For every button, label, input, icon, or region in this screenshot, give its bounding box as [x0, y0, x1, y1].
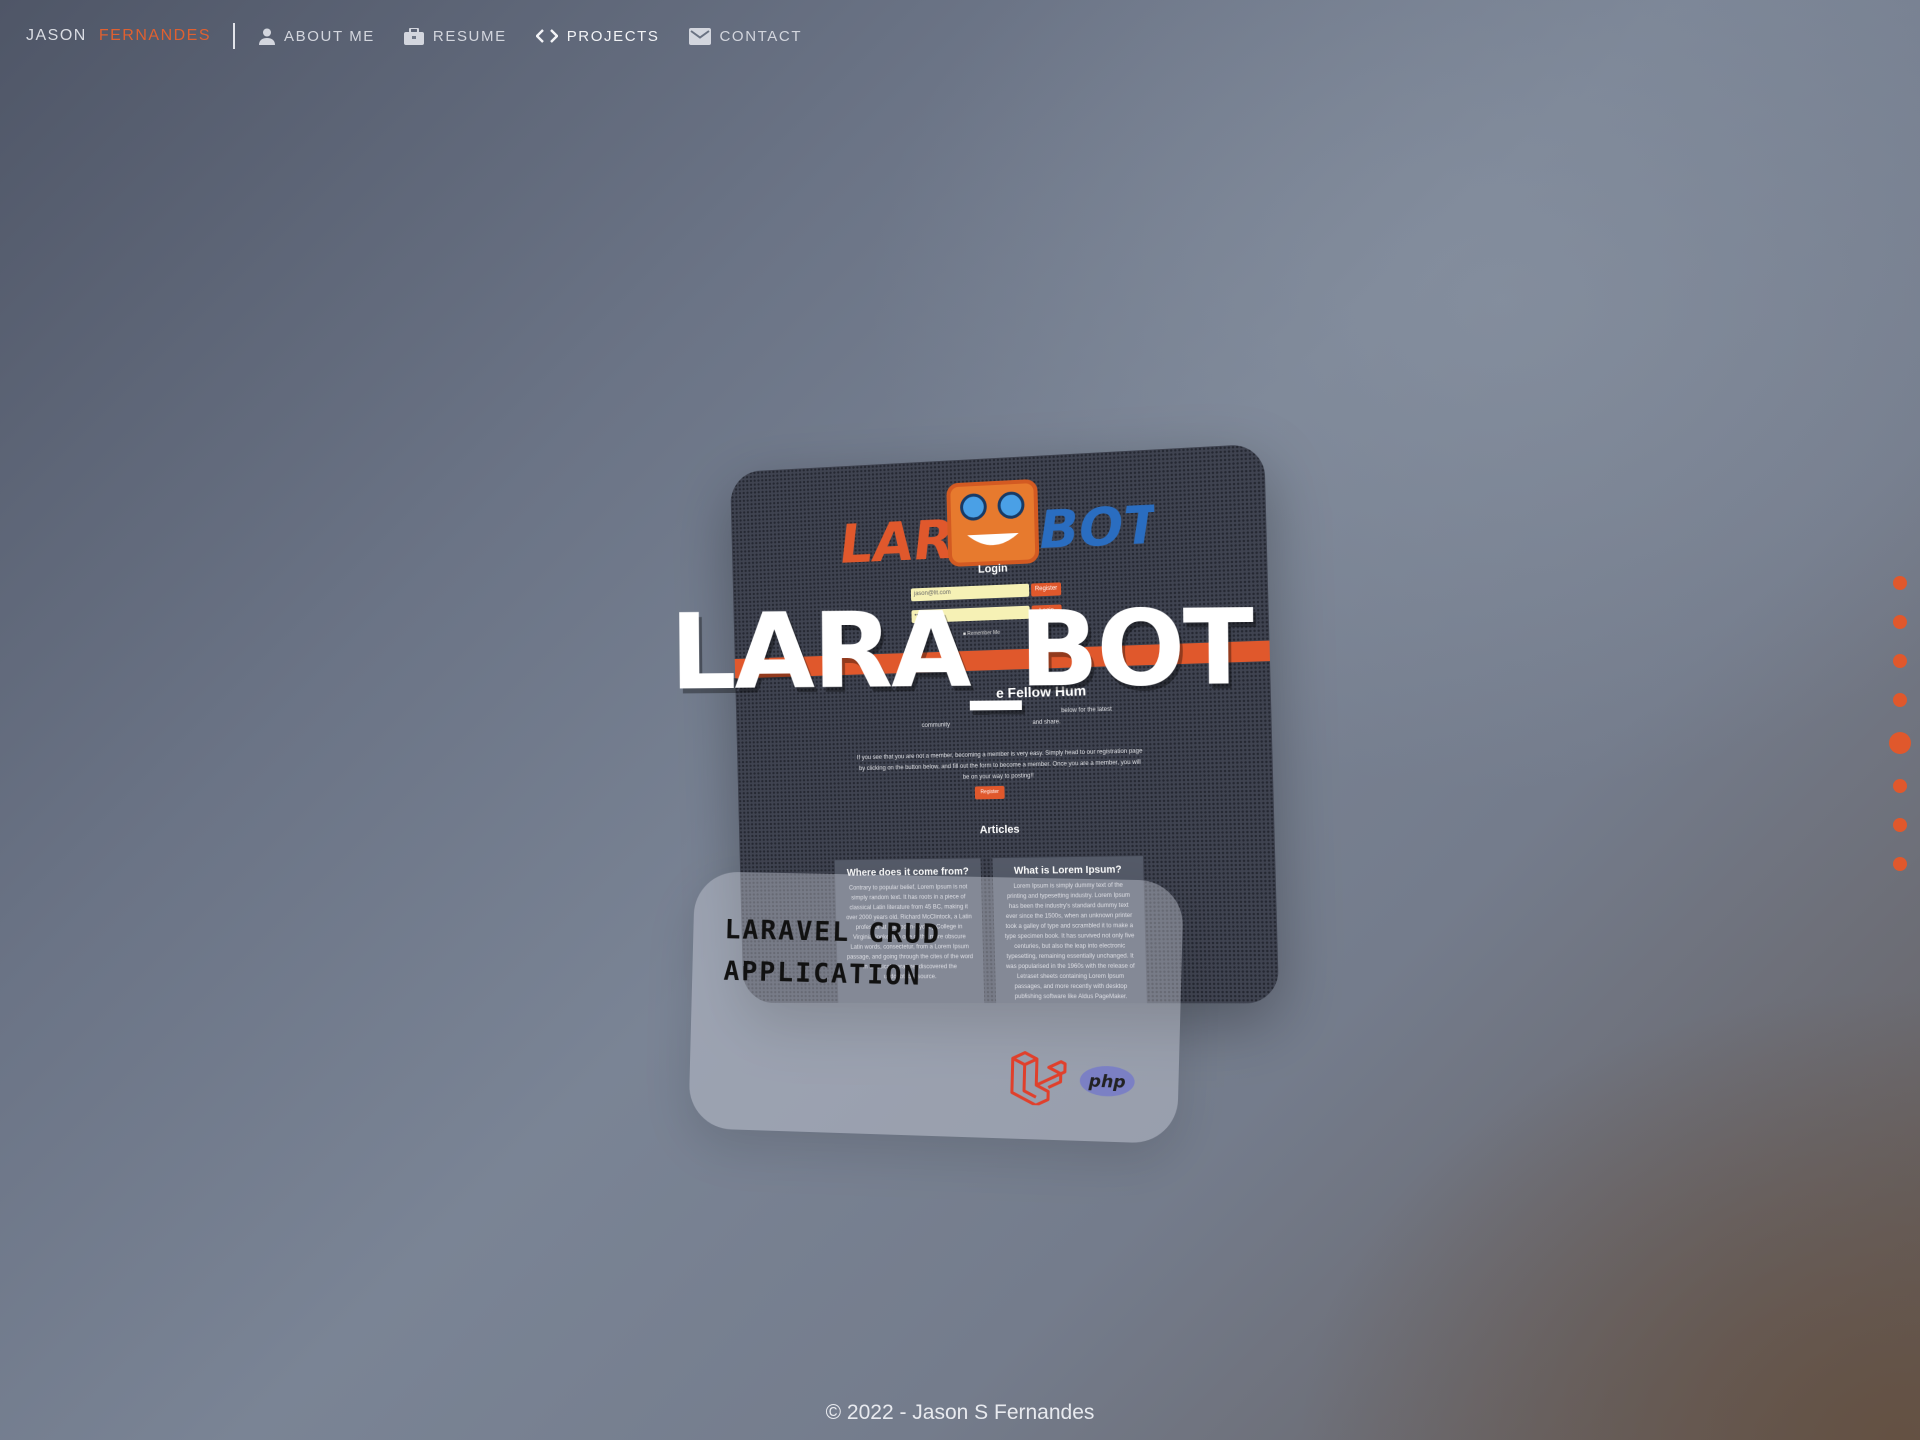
mail-icon [688, 27, 711, 45]
nav-contact-label: CONTACT [719, 27, 803, 45]
briefcase-icon [403, 27, 424, 45]
register-button[interactable]: Register [974, 785, 1005, 800]
pagination-dot[interactable] [1893, 693, 1907, 707]
laravel-icon [1008, 1048, 1068, 1106]
nav-divider [233, 23, 236, 49]
pagination-dot[interactable] [1893, 615, 1907, 629]
top-nav: JASON FERNANDES ABOUT ME RESUME PROJECTS … [26, 22, 831, 50]
project-subtitle: LARAVEL CRUD APPLICATION [723, 914, 942, 992]
article-title: What is Lorem Ipsum? [1013, 864, 1122, 877]
brand-first-name: JASON [26, 27, 87, 44]
footer-copyright: © 2022 - Jason S Fernandes [825, 1401, 1095, 1424]
pagination-dot[interactable] [1893, 857, 1907, 871]
pagination-dot[interactable] [1893, 654, 1907, 668]
nav-about-me-label: ABOUT ME [284, 27, 375, 45]
intro-line-3: and share. [1032, 719, 1061, 727]
nav-resume[interactable]: RESUME [403, 27, 507, 45]
nav-resume-label: RESUME [432, 27, 507, 45]
svg-text:BOT: BOT [1034, 494, 1155, 561]
pagination-dot-active[interactable] [1889, 732, 1911, 754]
nav-projects[interactable]: PROJECTS [535, 27, 660, 45]
project-title: LARA_BOT [669, 586, 1253, 714]
pagination-dot[interactable] [1893, 818, 1907, 832]
person-icon [259, 28, 276, 45]
nav-contact[interactable]: CONTACT [688, 27, 803, 45]
pagination-dot[interactable] [1893, 779, 1907, 793]
pagination-dot[interactable] [1893, 576, 1907, 590]
php-icon: php [1079, 1065, 1136, 1098]
nav-about-me[interactable]: ABOUT ME [259, 28, 375, 45]
section-pagination [1889, 576, 1911, 896]
project-info-card: LARAVEL CRUD APPLICATION php [688, 871, 1184, 1145]
brand-last-name: FERNANDES [98, 27, 212, 44]
svg-text:php: php [1087, 1070, 1125, 1091]
intro-line-2: community [921, 722, 951, 730]
nav-projects-label: PROJECTS [566, 27, 660, 45]
articles-heading: Articles [979, 823, 1020, 837]
brand-logo[interactable]: JASON FERNANDES [26, 27, 211, 45]
code-icon [535, 29, 558, 43]
